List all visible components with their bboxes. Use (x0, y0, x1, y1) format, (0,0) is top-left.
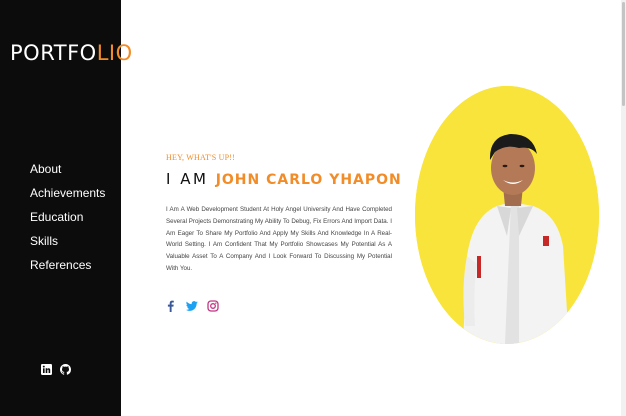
brand-accent-text: LIO (96, 41, 133, 65)
profile-photo-illustration (415, 86, 599, 344)
instagram-icon[interactable] (207, 300, 219, 312)
profile-photo (415, 86, 599, 344)
sidebar-item-education[interactable]: Education (30, 208, 105, 232)
github-icon[interactable] (60, 364, 71, 375)
sidebar-item-achievements[interactable]: Achievements (30, 184, 105, 208)
hero-headline: I AM JOHN CARLO YHAPON (166, 170, 402, 188)
sidebar: PORTFOLIO About Achievements Education S… (0, 0, 132, 416)
scrollbar-thumb[interactable] (622, 2, 625, 106)
sidebar-social-links (41, 364, 71, 375)
brand-text: PORTFO (10, 41, 97, 65)
hero-greeting: HEY, WHAT'S UP!! (166, 153, 236, 162)
brand-logo[interactable]: PORTFOLIO (10, 41, 133, 65)
headline-prefix: I AM (166, 170, 209, 188)
hero-bio: I Am A Web Development Student At Holy A… (166, 206, 392, 272)
hero-social-links (165, 300, 219, 312)
sidebar-item-about[interactable]: About (30, 160, 105, 184)
sidebar-nav: About Achievements Education Skills Refe… (30, 160, 105, 280)
facebook-icon[interactable] (165, 300, 177, 312)
hero-name: JOHN CARLO YHAPON (215, 172, 402, 188)
linkedin-icon[interactable] (41, 364, 52, 375)
sidebar-item-skills[interactable]: Skills (30, 232, 105, 256)
page-scrollbar[interactable] (621, 0, 626, 416)
twitter-icon[interactable] (186, 300, 198, 312)
sidebar-item-references[interactable]: References (30, 256, 105, 280)
